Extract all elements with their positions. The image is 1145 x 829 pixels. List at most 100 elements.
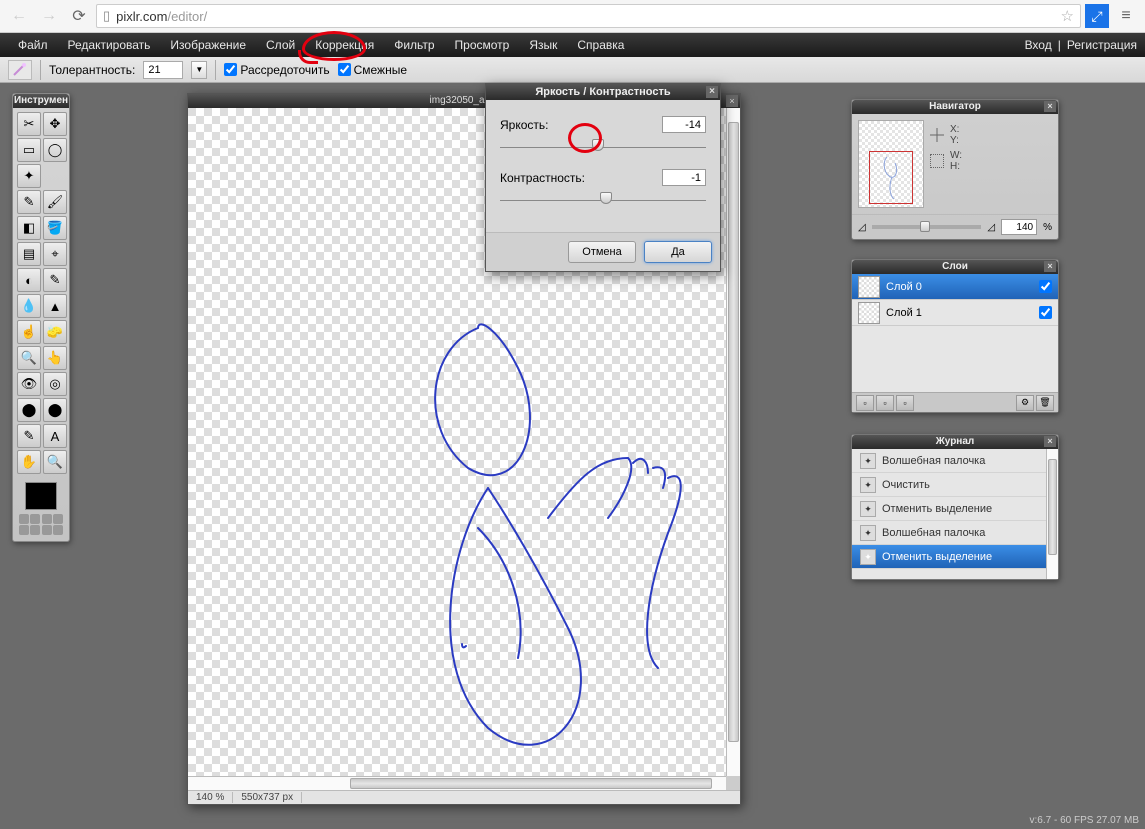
type-tool[interactable]: A: [43, 424, 67, 448]
menu-image[interactable]: Изображение: [160, 33, 256, 57]
pencil-tool[interactable]: ✎: [17, 190, 41, 214]
swatch[interactable]: [30, 514, 40, 524]
swatch[interactable]: [53, 525, 63, 535]
menu-edit[interactable]: Редактировать: [58, 33, 161, 57]
cancel-button[interactable]: Отмена: [568, 241, 636, 263]
swatch[interactable]: [53, 514, 63, 524]
foreground-color-swatch[interactable]: [25, 482, 57, 510]
contiguous-checkbox-input[interactable]: [338, 63, 351, 76]
canvas-close-button[interactable]: ×: [726, 95, 738, 107]
menu-view[interactable]: Просмотр: [445, 33, 520, 57]
brightness-input[interactable]: [662, 116, 706, 133]
history-row[interactable]: ✦Отменить выделение: [852, 545, 1058, 569]
dialog-close-button[interactable]: ×: [706, 86, 718, 98]
layer-visibility-checkbox[interactable]: [1039, 306, 1052, 319]
clone-stamp-tool[interactable]: ⌖: [43, 242, 67, 266]
zoom-input[interactable]: [1001, 219, 1037, 235]
ok-button[interactable]: Да: [644, 241, 712, 263]
burn-tool[interactable]: 👆: [43, 346, 67, 370]
navigator-viewport-box[interactable]: [869, 151, 913, 204]
layer-row[interactable]: Слой 1: [852, 300, 1058, 326]
crop-tool[interactable]: ✂: [17, 112, 41, 136]
swatch[interactable]: [42, 514, 52, 524]
contrast-input[interactable]: [662, 169, 706, 186]
menu-help[interactable]: Справка: [567, 33, 634, 57]
delete-layer-button[interactable]: 🗑: [1036, 395, 1054, 411]
layers-title[interactable]: Слои×: [852, 260, 1058, 274]
smudge-tool[interactable]: ☝: [17, 320, 41, 344]
navigator-thumbnail[interactable]: [858, 120, 924, 208]
contrast-slider[interactable]: [500, 192, 706, 204]
swatch[interactable]: [19, 514, 29, 524]
spot-heal-tool[interactable]: ◎: [43, 372, 67, 396]
history-scrollbar[interactable]: [1046, 449, 1058, 579]
sharpen-tool[interactable]: ▲: [43, 294, 67, 318]
layers-close-button[interactable]: ×: [1044, 261, 1056, 272]
brightness-slider[interactable]: [500, 139, 706, 151]
sponge-tool[interactable]: 🧽: [43, 320, 67, 344]
horizontal-scrollbar[interactable]: [188, 776, 726, 790]
contiguous-checkbox[interactable]: Смежные: [338, 63, 407, 77]
menu-filter[interactable]: Фильтр: [384, 33, 444, 57]
zoom-tool[interactable]: 🔍: [43, 450, 67, 474]
tolerance-dropdown[interactable]: ▼: [191, 61, 207, 79]
duplicate-layer-button[interactable]: ▫: [896, 395, 914, 411]
blur-tool[interactable]: 💧: [17, 294, 41, 318]
browser-menu-icon[interactable]: ≡: [1113, 3, 1139, 29]
forward-button[interactable]: →: [36, 3, 62, 29]
move-tool[interactable]: ✥: [43, 112, 67, 136]
history-row[interactable]: ✦Волшебная палочка: [852, 521, 1058, 545]
layer-mask-button[interactable]: ▫: [876, 395, 894, 411]
new-layer-button[interactable]: ▫: [856, 395, 874, 411]
draw-tool[interactable]: ✎: [43, 268, 67, 292]
paint-bucket-tool[interactable]: 🪣: [43, 216, 67, 240]
menu-language[interactable]: Язык: [519, 33, 567, 57]
eraser-tool[interactable]: ◧: [17, 216, 41, 240]
menu-file[interactable]: Файл: [8, 33, 58, 57]
scatter-checkbox-input[interactable]: [224, 63, 237, 76]
swatch[interactable]: [42, 525, 52, 535]
layer-settings-button[interactable]: ⚙: [1016, 395, 1034, 411]
dodge-tool[interactable]: 🔍: [17, 346, 41, 370]
brush-tool[interactable]: 🖌: [43, 190, 67, 214]
bookmark-icon[interactable]: ☆: [1061, 7, 1074, 25]
history-close-button[interactable]: ×: [1044, 436, 1056, 447]
history-row[interactable]: ✦Очистить: [852, 473, 1058, 497]
brightness-slider-thumb[interactable]: [592, 139, 604, 151]
layer-visibility-checkbox[interactable]: [1039, 280, 1052, 293]
history-row[interactable]: ✦Отменить выделение: [852, 497, 1058, 521]
pinch-tool[interactable]: ⬤: [43, 398, 67, 422]
dialog-title-bar[interactable]: Яркость / Контрастность×: [486, 84, 720, 100]
navigator-title[interactable]: Навигатор×: [852, 100, 1058, 114]
tolerance-input[interactable]: [143, 61, 183, 79]
fullscreen-icon[interactable]: ⤢: [1085, 4, 1109, 28]
history-scrollbar-thumb[interactable]: [1048, 459, 1057, 555]
swatch[interactable]: [19, 525, 29, 535]
red-eye-tool[interactable]: 👁: [17, 372, 41, 396]
vertical-scrollbar[interactable]: [726, 108, 740, 776]
history-title[interactable]: Журнал×: [852, 435, 1058, 449]
vertical-scrollbar-thumb[interactable]: [728, 122, 739, 742]
login-link[interactable]: Вход: [1025, 38, 1052, 52]
back-button[interactable]: ←: [6, 3, 32, 29]
marquee-tool[interactable]: ▭: [17, 138, 41, 162]
contrast-slider-thumb[interactable]: [600, 192, 612, 204]
zoom-slider[interactable]: [872, 225, 982, 229]
hand-tool[interactable]: ✋: [17, 450, 41, 474]
gradient-tool[interactable]: ▤: [17, 242, 41, 266]
layer-row[interactable]: Слой 0: [852, 274, 1058, 300]
scatter-checkbox[interactable]: Рассредоточить: [224, 63, 329, 77]
wand-tool[interactable]: ✦: [17, 164, 41, 188]
horizontal-scrollbar-thumb[interactable]: [350, 778, 712, 789]
color-replace-tool[interactable]: ◐: [17, 268, 41, 292]
zoom-in-icon[interactable]: ◿: [987, 222, 995, 233]
colorpicker-tool[interactable]: ✎: [17, 424, 41, 448]
swatch[interactable]: [30, 525, 40, 535]
zoom-out-icon[interactable]: ◿: [858, 222, 866, 233]
reload-button[interactable]: ⟳: [66, 3, 92, 29]
register-link[interactable]: Регистрация: [1067, 38, 1137, 52]
bloat-tool[interactable]: ⬤: [17, 398, 41, 422]
history-row[interactable]: ✦Волшебная палочка: [852, 449, 1058, 473]
lasso-tool[interactable]: ◯: [43, 138, 67, 162]
navigator-close-button[interactable]: ×: [1044, 101, 1056, 112]
